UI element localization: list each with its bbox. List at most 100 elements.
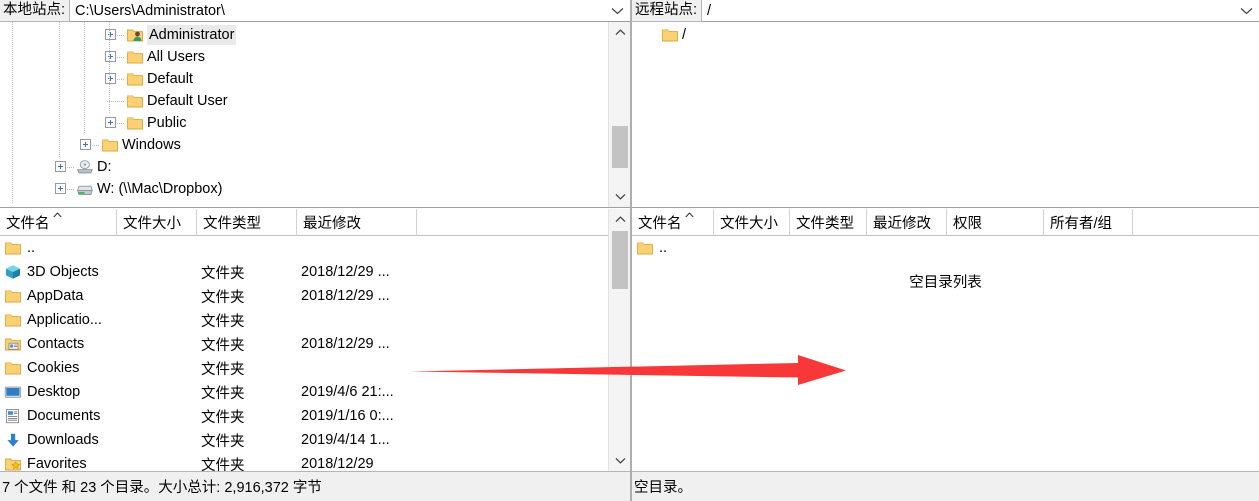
column-header-size[interactable]: 文件大小 xyxy=(714,209,790,236)
3d-objects-icon xyxy=(4,264,22,280)
tree-guide-line xyxy=(59,22,60,158)
chevron-up-icon[interactable] xyxy=(609,22,630,43)
file-name-label: Cookies xyxy=(27,360,80,376)
tree-expand-toggle[interactable] xyxy=(105,117,116,128)
tree-expand-toggle[interactable] xyxy=(55,161,66,172)
contacts-icon xyxy=(4,336,22,352)
column-header-filler xyxy=(1133,209,1259,236)
tree-node-label: D: xyxy=(97,159,112,175)
cell-name: 3D Objects xyxy=(4,260,115,284)
column-header-perms[interactable]: 权限 xyxy=(947,209,1044,236)
tree-node-label: All Users xyxy=(147,49,206,65)
remote-file-list-panel: 文件名 文件大小 文件类型 最近修改 权限 所有者/组 .. 空目录列表 xyxy=(632,209,1259,471)
file-name-label: Contacts xyxy=(27,336,85,352)
filezilla-window: 本地站点: C:\Users\Administrator\ Administra… xyxy=(0,0,1259,501)
tree-expand-toggle[interactable] xyxy=(55,183,66,194)
tree-node[interactable]: Administrator xyxy=(0,24,608,46)
column-header-modified[interactable]: 最近修改 xyxy=(867,209,947,236)
column-header-label: 所有者/组 xyxy=(1050,215,1113,232)
chevron-down-icon[interactable] xyxy=(609,186,630,207)
tree-node[interactable]: Default xyxy=(0,68,608,90)
chevron-down-icon[interactable] xyxy=(604,0,630,21)
tree-node[interactable]: Windows xyxy=(0,134,608,156)
table-row[interactable]: 3D Objects 文件夹 2018/12/29 ... xyxy=(0,260,608,284)
column-header-label: 文件大小 xyxy=(123,215,181,232)
column-header-label: 文件类型 xyxy=(796,215,854,232)
tree-expand-toggle[interactable] xyxy=(105,29,116,40)
table-row[interactable]: Applicatio... 文件夹 xyxy=(0,308,608,332)
local-list-scrollbar[interactable] xyxy=(608,209,630,471)
column-header-owner[interactable]: 所有者/组 xyxy=(1044,209,1133,236)
folder-icon xyxy=(4,360,22,376)
tree-node-label: Default User xyxy=(147,93,228,109)
file-name-label: .. xyxy=(27,240,36,256)
table-row[interactable]: Desktop 文件夹 2019/4/6 21:... xyxy=(0,380,608,404)
table-row[interactable]: Downloads 文件夹 2019/4/14 1... xyxy=(0,428,608,452)
local-directory-tree-panel: Administrator All Users Default Default Use… xyxy=(0,22,630,208)
tree-expand-toggle[interactable] xyxy=(105,73,116,84)
tree-expand-toggle[interactable] xyxy=(105,51,116,62)
local-list-scroll-thumb[interactable] xyxy=(612,231,628,289)
file-name-label: Desktop xyxy=(27,384,81,400)
cell-type: 文件夹 xyxy=(201,409,245,426)
cell-owner xyxy=(1048,236,1131,260)
remote-status-text: 空目录。 xyxy=(634,480,692,496)
column-header-label: 文件名 xyxy=(638,215,682,232)
folder-icon xyxy=(4,240,22,256)
local-tree-scrollbar[interactable] xyxy=(608,22,630,207)
cell-modified: 2018/12/29 xyxy=(301,456,374,471)
cell-name: Cookies xyxy=(4,356,115,380)
local-site-label: 本地站点: xyxy=(0,0,71,22)
table-row[interactable]: Documents 文件夹 2019/1/16 0:... xyxy=(0,404,608,428)
local-tree-scroll-thumb[interactable] xyxy=(612,126,628,168)
column-header-name[interactable]: 文件名 xyxy=(0,209,117,236)
column-header-size[interactable]: 文件大小 xyxy=(117,209,197,236)
table-row[interactable]: Cookies 文件夹 xyxy=(0,356,608,380)
cell-name: .. xyxy=(636,236,712,260)
cell-type: 文件夹 xyxy=(201,337,245,354)
chevron-down-icon[interactable] xyxy=(609,450,630,471)
local-status-text: 7 个文件 和 23 个目录。大小总计: 2,916,372 字节 xyxy=(2,480,322,496)
tree-node[interactable]: All Users xyxy=(0,46,608,68)
tree-expand-toggle[interactable] xyxy=(80,139,91,150)
local-path-value: C:\Users\Administrator\ xyxy=(75,2,225,19)
cell-name: Documents xyxy=(4,404,115,428)
remote-directory-tree[interactable]: / xyxy=(632,22,1259,207)
cell-name: Favorites xyxy=(4,452,115,471)
cell-modified: 2018/12/29 ... xyxy=(301,336,390,352)
cell-modified xyxy=(301,236,415,260)
user-folder-icon xyxy=(126,27,144,43)
column-header-name[interactable]: 文件名 xyxy=(632,209,714,236)
local-path-combo[interactable]: C:\Users\Administrator\ xyxy=(70,0,630,22)
cell-modified: 2018/12/29 ... xyxy=(301,264,390,280)
remote-file-list-header[interactable]: 文件名 文件大小 文件类型 最近修改 权限 所有者/组 xyxy=(632,209,1259,236)
tree-node[interactable]: D: xyxy=(0,156,608,178)
table-row[interactable]: Contacts 文件夹 2018/12/29 ... xyxy=(0,332,608,356)
cell-modified xyxy=(301,356,415,380)
tree-node[interactable]: Public xyxy=(0,112,608,134)
column-header-type[interactable]: 文件类型 xyxy=(790,209,867,236)
local-file-list-header[interactable]: 文件名 文件大小 文件类型 最近修改 xyxy=(0,209,630,236)
remote-path-combo[interactable]: / xyxy=(702,0,1259,22)
local-file-list-body[interactable]: .. 3D Objects 文件夹 2018/12/29 ... AppData 文件夹 2… xyxy=(0,236,608,471)
column-header-type[interactable]: 文件类型 xyxy=(197,209,297,236)
folder-icon xyxy=(4,312,22,328)
tree-node-label: / xyxy=(682,27,687,43)
table-row[interactable]: .. xyxy=(0,236,608,260)
cell-size xyxy=(121,332,195,356)
chevron-up-icon[interactable] xyxy=(609,209,630,230)
cell-size xyxy=(121,380,195,404)
documents-icon xyxy=(4,408,22,424)
chevron-down-icon[interactable] xyxy=(1233,0,1259,21)
tree-node[interactable]: Default User xyxy=(0,90,608,112)
tree-node[interactable]: / xyxy=(632,24,1259,46)
table-row[interactable]: AppData 文件夹 2018/12/29 ... xyxy=(0,284,608,308)
column-header-label: 文件类型 xyxy=(203,215,261,232)
cell-type xyxy=(201,236,295,260)
local-directory-tree[interactable]: Administrator All Users Default Default Use… xyxy=(0,22,608,207)
table-row[interactable]: .. xyxy=(632,236,1259,260)
column-header-modified[interactable]: 最近修改 xyxy=(297,209,417,236)
remote-site-bar: 远程站点: / xyxy=(632,0,1259,22)
table-row[interactable]: Favorites 文件夹 2018/12/29 xyxy=(0,452,608,471)
tree-node[interactable]: W: (\\Mac\Dropbox) xyxy=(0,178,608,200)
